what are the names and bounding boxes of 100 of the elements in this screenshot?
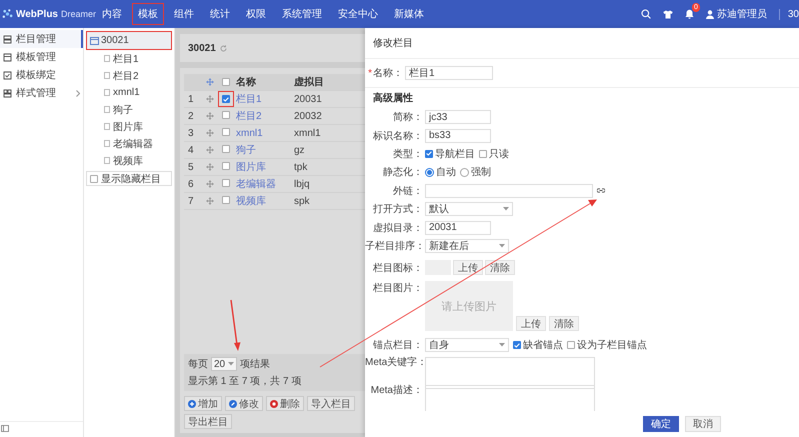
field-label: 虚拟目录： (372, 222, 424, 235)
radio-button[interactable] (425, 168, 434, 177)
table-cell-text: 20032 (294, 110, 323, 122)
action-button[interactable]: 导出栏目 (184, 414, 232, 429)
checkbox[interactable] (222, 162, 230, 170)
table-cell-text: xmnl1 (294, 128, 322, 138)
bell-icon[interactable] (684, 9, 694, 19)
page-icon (104, 55, 110, 62)
nav-tab[interactable]: 安全中心 (332, 3, 384, 25)
tree-item[interactable]: 栏目1 (86, 50, 172, 67)
tree-item[interactable]: 老编辑器 (86, 135, 172, 152)
text-field[interactable]: bs33 (425, 128, 491, 143)
tree-item[interactable]: 视频库 (86, 152, 172, 169)
logo-name: WebPlus (16, 8, 58, 20)
move-icon[interactable] (206, 163, 214, 171)
column-header[interactable]: 名称 (236, 75, 294, 89)
upload-button[interactable]: 上传 (453, 260, 483, 276)
user-name[interactable]: 苏迪管理员 (716, 7, 767, 21)
sidebar-item[interactable]: 栏目管理 (0, 30, 83, 48)
action-button[interactable]: 增加 (184, 396, 222, 411)
link-field[interactable] (425, 184, 593, 198)
nav-tab[interactable]: 模板 (132, 3, 164, 25)
text-field[interactable]: 20031 (425, 220, 491, 235)
logo-suffix: Dreamer (60, 9, 96, 19)
field-label: Meta关键字： (365, 356, 425, 369)
checkbox[interactable] (222, 144, 230, 152)
text-field[interactable]: jc33 (425, 110, 491, 124)
checkbox[interactable] (222, 78, 230, 86)
column-link[interactable]: 狗子 (236, 143, 294, 157)
page-icon (104, 72, 110, 79)
nav-tab[interactable]: 权限 (240, 3, 272, 25)
link-icon[interactable] (597, 188, 605, 194)
move-icon[interactable] (206, 129, 214, 137)
column-header[interactable]: 虚拟目 (294, 75, 365, 89)
nav-tab[interactable]: 新媒体 (388, 3, 430, 25)
field-label: Meta描述： (370, 384, 424, 397)
dialog-button[interactable]: 取消 (685, 416, 721, 432)
upload-button[interactable]: 上传 (516, 316, 546, 332)
text-field[interactable]: 栏目1 (405, 66, 493, 80)
field-label: 打开方式： (372, 202, 424, 216)
select-field[interactable]: 自身 (425, 338, 509, 352)
nav-tab[interactable]: 统计 (204, 3, 236, 25)
action-button[interactable]: 修改 (225, 396, 263, 411)
checkbox[interactable] (222, 196, 230, 204)
dialog-button[interactable]: 确定 (643, 416, 679, 432)
tree-item[interactable]: xmnl1 (86, 84, 172, 101)
text-area[interactable] (425, 356, 595, 389)
move-icon[interactable] (206, 78, 214, 86)
radio-button[interactable] (460, 168, 469, 177)
section-title: 高级属性 (372, 91, 414, 106)
checkbox[interactable] (425, 150, 433, 158)
tree-item[interactable]: 狗子 (86, 101, 172, 118)
sidebar-item[interactable]: 模板管理 (0, 48, 83, 66)
page-size-select[interactable]: 20 (211, 357, 238, 371)
field-label: 静态化： (382, 166, 424, 180)
collapse-icon[interactable] (1, 425, 9, 432)
checkbox[interactable] (567, 341, 575, 350)
table-cell-text: spk (294, 196, 311, 206)
shirt-icon[interactable] (662, 10, 673, 18)
menu-item-icon (3, 88, 12, 98)
checkbox[interactable] (90, 174, 98, 182)
move-icon[interactable] (206, 197, 214, 205)
select-field[interactable]: 默认 (425, 202, 513, 216)
tree-item[interactable]: 图片库 (86, 118, 172, 135)
move-icon[interactable] (206, 112, 214, 120)
edit-icon (229, 400, 237, 408)
refresh-icon[interactable] (220, 44, 227, 52)
checkbox[interactable] (479, 150, 487, 158)
search-icon[interactable] (640, 9, 651, 19)
page-icon (104, 123, 110, 130)
tree-item[interactable]: 栏目2 (86, 67, 172, 84)
nav-tab[interactable]: 内容 (96, 3, 128, 25)
nav-tab[interactable]: 系统管理 (276, 3, 328, 25)
text-area[interactable] (425, 384, 595, 411)
sidebar-item[interactable]: 模板绑定 (0, 66, 83, 84)
action-button[interactable]: 导入栏目 (307, 396, 355, 411)
radio-label: 自动 (436, 166, 456, 180)
select-field[interactable]: 新建在后 (425, 238, 509, 253)
upload-button[interactable]: 清除 (549, 316, 579, 332)
upload-button[interactable]: 清除 (485, 260, 515, 276)
caret-icon (499, 343, 505, 348)
action-button[interactable]: 删除 (266, 396, 304, 411)
checkbox[interactable] (222, 178, 230, 186)
move-icon[interactable] (206, 180, 214, 188)
move-icon[interactable] (206, 95, 214, 103)
field-label: 栏目图片： (372, 282, 424, 296)
move-icon[interactable] (206, 146, 214, 154)
row-number: 3 (188, 128, 195, 138)
sidebar-item[interactable]: 样式管理 (0, 84, 83, 102)
checkbox[interactable] (222, 95, 230, 103)
checkbox[interactable] (513, 341, 521, 350)
checkbox-label: 显示隐藏栏目 (101, 172, 161, 186)
checkbox[interactable] (222, 110, 230, 118)
nav-tab[interactable]: 组件 (168, 3, 200, 25)
checkbox[interactable] (222, 128, 230, 136)
column-link[interactable]: 老编辑器 (236, 177, 294, 191)
site-name[interactable]: 30 (778, 8, 799, 20)
tree-root[interactable]: 30021 (86, 31, 172, 50)
checkbox-label: 缺省锚点 (523, 338, 563, 352)
delete-icon (270, 400, 278, 408)
